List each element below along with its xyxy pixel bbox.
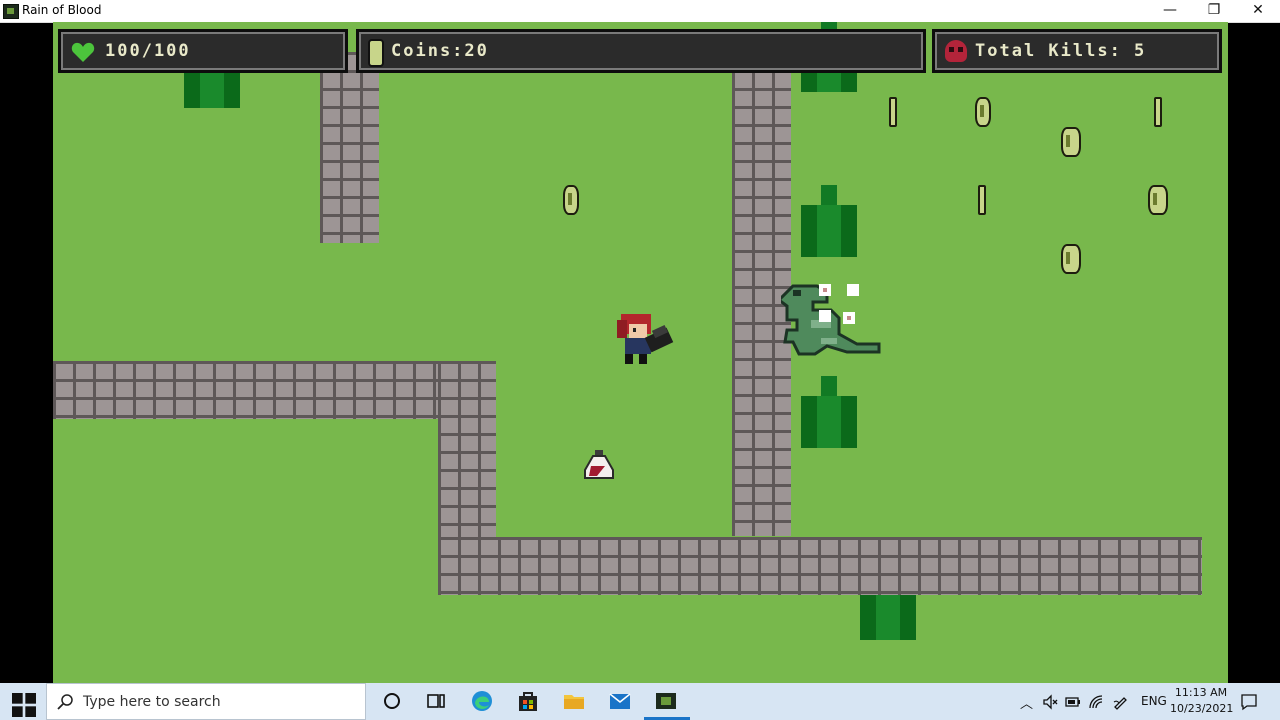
window-title-bar: Rain of Blood — ❐ ✕ [0,0,1280,23]
search-icon [57,694,73,710]
player-character [617,314,674,364]
coin-pickup [975,97,991,127]
coin-pickup [1061,244,1081,274]
lizard-enemy [781,284,881,356]
clock-date: 10/23/2021 [1170,702,1234,715]
coin-pickup [1061,127,1081,157]
health-panel: 100/100 [58,29,348,73]
heart-icon [71,42,95,62]
coins-panel: Coins:20 [356,29,926,73]
coin-icon [368,39,384,67]
kills-value: Total Kills: 5 [975,41,1147,61]
minimize-button[interactable]: — [1148,0,1192,22]
skull-icon [945,40,967,62]
windows-start-icon[interactable] [12,693,36,717]
coin-pickup [1154,97,1162,127]
language-indicator[interactable]: ENG [1141,694,1167,708]
coin-pickup [978,185,986,215]
store-icon[interactable] [516,689,540,713]
edge-browser-icon[interactable] [470,689,494,713]
file-explorer-icon[interactable] [562,689,586,713]
coin-pickup [563,185,579,215]
coin-pickup [889,97,897,127]
game-canvas[interactable]: 100/100 Coins:20 Total Kills: 5 [53,22,1228,683]
search-placeholder: Type here to search [83,694,221,710]
taskbar-clock[interactable]: 11:13 AM 10/23/2021 [1170,685,1234,717]
battery-icon[interactable] [1065,695,1081,709]
kills-panel: Total Kills: 5 [932,29,1222,73]
game-app-taskbar-icon[interactable] [654,689,678,713]
cortana-icon[interactable] [380,689,404,713]
brick-wall [320,52,379,243]
wifi-icon[interactable] [1088,694,1104,710]
notifications-icon[interactable] [1240,693,1258,711]
clock-time: 11:13 AM [1174,686,1228,699]
brick-wall [53,361,496,419]
brick-wall [438,537,1202,595]
tree [801,185,857,257]
task-view-icon[interactable] [424,689,448,713]
coin-pickup [1148,185,1168,215]
window-title: Rain of Blood [22,3,102,17]
health-value: 100/100 [105,41,191,61]
app-icon [3,4,19,19]
taskbar: Type here to search ︿ ENG 11:13 AM 10/23… [0,683,1280,720]
potion-pickup [584,450,614,479]
mail-icon[interactable] [608,689,632,713]
coins-value: Coins:20 [391,41,489,61]
pen-icon[interactable] [1112,694,1128,710]
chevron-up-icon[interactable]: ︿ [1020,693,1033,712]
taskbar-search-box[interactable]: Type here to search [46,683,366,720]
volume-muted-icon[interactable] [1042,694,1058,710]
close-button[interactable]: ✕ [1236,0,1280,22]
restore-button[interactable]: ❐ [1192,0,1236,22]
